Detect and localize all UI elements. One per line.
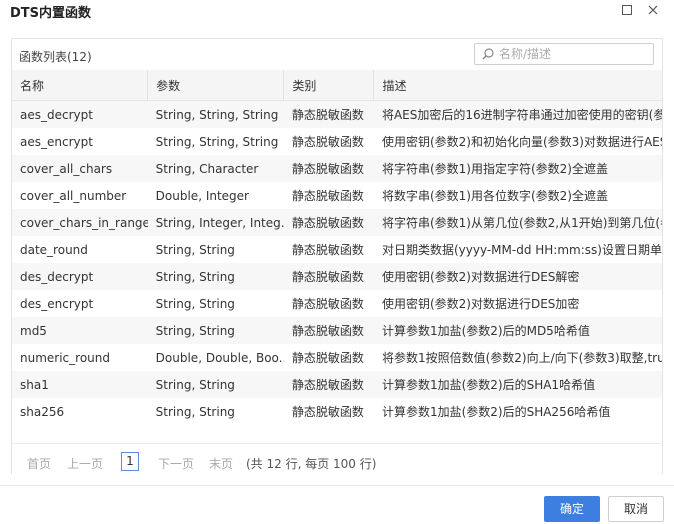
function-table: 名称 参数 类别 描述 aes_decrypt String, String, S… (12, 70, 662, 425)
cell-category: 静态脱敏函数 (283, 100, 374, 128)
table-row[interactable]: cover_all_number Double, Integer 静态脱敏函数 将数字… (12, 182, 662, 209)
cell-name: cover_chars_in_range (12, 209, 148, 236)
cell-description: 对日期类数据(yyyy-MM-dd HH:mm:ss)设置日期单位后 (373, 236, 662, 263)
cell-description: 计算参数1加盐(参数2)后的MD5哈希值 (373, 317, 662, 344)
table-row[interactable]: aes_decrypt String, String, String 静态脱敏函数将… (12, 100, 662, 128)
cell-name: cover_all_chars (12, 155, 148, 182)
cell-params: Double, Double, Boo... (147, 344, 284, 371)
cell-name: des_decrypt (12, 263, 148, 290)
cell-description: 将数字串(参数1)用各位数字(参数2)全遮盖 (373, 182, 662, 209)
search-input[interactable] (499, 46, 647, 61)
cell-name: des_encrypt (12, 290, 148, 317)
cell-params: String, String (147, 317, 284, 344)
cell-category: 静态脱敏函数 (283, 263, 374, 290)
first-page-link[interactable]: 首页 (27, 455, 51, 472)
cell-description: 将参数1按照倍数值(参数2)向上/向下(参数3)取整,true为 (373, 344, 662, 371)
table-row[interactable]: cover_chars_in_range String, Integer, Int… (12, 209, 662, 236)
cell-params: String, String (147, 371, 284, 398)
table-row[interactable]: numeric_round Double, Double, Boo... 静态脱敏函… (12, 344, 662, 371)
cell-params: String, String (147, 398, 284, 425)
table-header-row: 名称 参数 类别 描述 (12, 70, 662, 101)
cell-category: 静态脱敏函数 (283, 344, 374, 371)
cell-category: 静态脱敏函数 (283, 317, 374, 344)
current-page-number[interactable]: 1 (121, 452, 139, 471)
ok-button[interactable]: 确定 (544, 496, 600, 522)
cell-description: 使用密钥(参数2)对数据进行DES加密 (373, 290, 662, 317)
cell-params: String, String (147, 290, 284, 317)
column-header-name[interactable]: 名称 (12, 70, 149, 101)
cell-category: 静态脱敏函数 (283, 182, 374, 209)
cell-description: 使用密钥(参数2)对数据进行DES解密 (373, 263, 662, 290)
cell-category: 静态脱敏函数 (283, 290, 374, 317)
pagination-info: (共 12 行, 每页 100 行) (246, 457, 377, 471)
table-row[interactable]: date_round String, String 静态脱敏函数 对日期类数据(yyy… (12, 236, 662, 263)
cell-category: 静态脱敏函数 (283, 155, 374, 182)
function-list-title: 函数列表(12) (19, 50, 92, 64)
cell-name: numeric_round (12, 344, 148, 371)
cancel-button[interactable]: 取消 (608, 496, 664, 522)
cell-category: 静态脱敏函数 (283, 128, 374, 155)
close-icon[interactable] (643, 2, 663, 18)
cell-params: String, String (147, 236, 284, 263)
cell-params: String, Integer, Integ... (147, 209, 284, 236)
cell-name: cover_all_number (12, 182, 148, 209)
cell-category: 静态脱敏函数 (283, 371, 374, 398)
cell-params: String, String (147, 263, 284, 290)
cell-description: 计算参数1加盐(参数2)后的SHA256哈希值 (373, 398, 662, 425)
function-list-panel: 函数列表(12) 名称 参数 类别 描述 aes_decryptString, … (11, 38, 663, 474)
table-row[interactable]: sha256 String, String 静态脱敏函数 计算参数1加盐(参数2)后的… (12, 398, 662, 425)
cell-category: 静态脱敏函数 (283, 398, 374, 425)
prev-page-link[interactable]: 上一页 (67, 455, 103, 472)
table-row[interactable]: des_decrypt String, String 静态脱敏函数 使用密钥(参数2)… (12, 263, 662, 290)
next-page-link[interactable]: 下一页 (158, 455, 194, 472)
column-header-category[interactable]: 类别 (283, 70, 375, 101)
column-header-params[interactable]: 参数 (147, 70, 285, 101)
table-row[interactable]: cover_all_chars String, Character 静态脱敏函数 将字… (12, 155, 662, 182)
last-page-link[interactable]: 末页 (209, 455, 233, 472)
search-icon (482, 48, 494, 60)
cell-params: String, Character (147, 155, 284, 182)
cell-name: aes_encrypt (12, 128, 148, 155)
cell-params: Double, Integer (147, 182, 284, 209)
cell-category: 静态脱敏函数 (283, 236, 374, 263)
cell-description: 将字符串(参数1)用指定字符(参数2)全遮盖 (373, 155, 662, 182)
pagination-bar: 首页 上一页 1 下一页 末页 (共 12 行, 每页 100 行) (12, 443, 662, 474)
panel-header: 函数列表(12) (12, 39, 662, 69)
dialog-titlebar: DTS内置函数 (0, 0, 674, 26)
dialog-title: DTS内置函数 (10, 6, 92, 21)
column-header-description[interactable]: 描述 (373, 70, 662, 101)
cell-name: sha1 (12, 371, 148, 398)
cell-description: 使用密钥(参数2)和初始化向量(参数3)对数据进行AES加 (373, 128, 662, 155)
cell-description: 将AES加密后的16进制字符串通过加密使用的密钥(参数 (373, 100, 662, 128)
cell-name: md5 (12, 317, 148, 344)
search-box[interactable] (474, 43, 654, 65)
table-row[interactable]: aes_encrypt String, String, String 静态脱敏函数使… (12, 128, 662, 155)
table-row[interactable]: md5 String, String 静态脱敏函数 计算参数1加盐(参数2)后的MD5… (12, 317, 662, 344)
cell-params: String, String, String (147, 100, 284, 128)
cell-name: date_round (12, 236, 148, 263)
cell-name: sha256 (12, 398, 148, 425)
cell-params: String, String, String (147, 128, 284, 155)
cell-description: 将字符串(参数1)从第几位(参数2,从1开始)到第几位(参数 (373, 209, 662, 236)
table-row[interactable]: sha1 String, String 静态脱敏函数 计算参数1加盐(参数2)后的SH… (12, 371, 662, 398)
maximize-icon[interactable] (617, 2, 637, 18)
footer-divider (0, 485, 674, 486)
cell-category: 静态脱敏函数 (283, 209, 374, 236)
function-table-wrap[interactable]: 名称 参数 类别 描述 aes_decrypt String, String, S… (12, 70, 662, 440)
table-row[interactable]: des_encrypt String, String 静态脱敏函数 使用密钥(参数2)… (12, 290, 662, 317)
cell-description: 计算参数1加盐(参数2)后的SHA1哈希值 (373, 371, 662, 398)
dts-builtin-functions-dialog: DTS内置函数 函数列表(12) 名称 参数 类别 描述 (0, 0, 674, 524)
cell-name: aes_decrypt (12, 100, 148, 128)
